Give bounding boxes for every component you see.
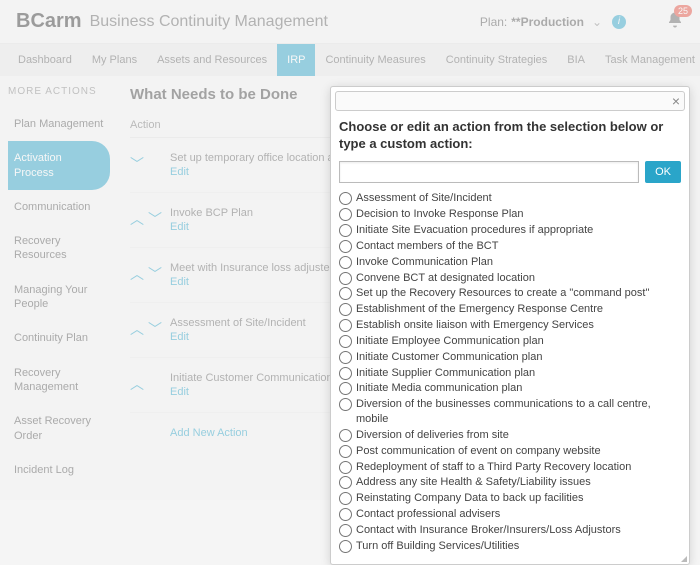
radio-icon[interactable]	[339, 224, 352, 237]
option-label: Diversion of the businesses communicatio…	[356, 397, 681, 427]
resize-handle[interactable]	[677, 552, 687, 562]
action-option[interactable]: Redeployment of staff to a Third Party R…	[339, 459, 681, 475]
radio-icon[interactable]	[339, 287, 352, 300]
action-option[interactable]: Initiate Media communication plan	[339, 381, 681, 397]
radio-icon[interactable]	[339, 256, 352, 269]
radio-icon[interactable]	[339, 492, 352, 505]
radio-icon[interactable]	[339, 335, 352, 348]
option-label: Initiate Site Evacuation procedures if a…	[356, 223, 593, 238]
radio-icon[interactable]	[339, 351, 352, 364]
option-label: Initiate Customer Communication plan	[356, 350, 542, 365]
action-option[interactable]: Initiate Customer Communication plan	[339, 349, 681, 365]
option-label: Diversion of deliveries from site	[356, 428, 509, 443]
option-label: Assessment of Site/Incident	[356, 191, 492, 206]
option-label: Decision to Invoke Response Plan	[356, 207, 524, 222]
option-label: Initiate Supplier Communication plan	[356, 366, 535, 381]
action-option[interactable]: Contact professional advisers	[339, 507, 681, 523]
radio-icon[interactable]	[339, 303, 352, 316]
action-option[interactable]: Diversion of the businesses communicatio…	[339, 397, 681, 428]
radio-icon[interactable]	[339, 445, 352, 458]
action-option[interactable]: Contact with Insurance Broker/Insurers/L…	[339, 523, 681, 539]
option-label: Establishment of the Emergency Response …	[356, 302, 603, 317]
option-label: Redeployment of staff to a Third Party R…	[356, 460, 631, 475]
option-label: Establish onsite liaison with Emergency …	[356, 318, 594, 333]
radio-icon[interactable]	[339, 524, 352, 537]
action-option[interactable]: Reinstating Company Data to back up faci…	[339, 491, 681, 507]
option-label: Convene BCT at designated location	[356, 271, 535, 286]
radio-icon[interactable]	[339, 272, 352, 285]
option-label: Post communication of event on company w…	[356, 444, 601, 459]
radio-icon[interactable]	[339, 367, 352, 380]
custom-action-input[interactable]	[339, 161, 639, 183]
option-label: Turn off Building Services/Utilities	[356, 539, 519, 554]
option-label: Contact professional advisers	[356, 507, 500, 522]
action-modal: × Choose or edit an action from the sele…	[330, 86, 690, 565]
action-options: Assessment of Site/IncidentDecision to I…	[335, 191, 685, 560]
modal-titlebar: ×	[335, 91, 685, 111]
action-option[interactable]: Turn off Building Services/Utilities	[339, 538, 681, 554]
action-option[interactable]: Set up the Recovery Resources to create …	[339, 286, 681, 302]
option-label: Initiate Media communication plan	[356, 381, 522, 396]
radio-icon[interactable]	[339, 476, 352, 489]
close-icon[interactable]: ×	[672, 93, 680, 109]
ok-button[interactable]: OK	[645, 161, 681, 183]
action-option[interactable]: Address any site Health & Safety/Liabili…	[339, 475, 681, 491]
radio-icon[interactable]	[339, 319, 352, 332]
action-option[interactable]: Initiate Supplier Communication plan	[339, 365, 681, 381]
action-option[interactable]: Initiate Employee Communication plan	[339, 333, 681, 349]
radio-icon[interactable]	[339, 508, 352, 521]
action-option[interactable]: Assessment of Site/Incident	[339, 191, 681, 207]
action-option[interactable]: Establishment of the Emergency Response …	[339, 302, 681, 318]
action-option[interactable]: Convene BCT at designated location	[339, 270, 681, 286]
radio-icon[interactable]	[339, 240, 352, 253]
radio-icon[interactable]	[339, 540, 352, 553]
option-label: Initiate Employee Communication plan	[356, 334, 544, 349]
option-label: Contact members of the BCT	[356, 239, 498, 254]
radio-icon[interactable]	[339, 382, 352, 395]
radio-icon[interactable]	[339, 192, 352, 205]
action-option[interactable]: Post communication of event on company w…	[339, 443, 681, 459]
action-option[interactable]: Decision to Invoke Response Plan	[339, 207, 681, 223]
option-label: Set up the Recovery Resources to create …	[356, 286, 649, 301]
radio-icon[interactable]	[339, 461, 352, 474]
action-option[interactable]: Contact members of the BCT	[339, 238, 681, 254]
option-label: Invoke Communication Plan	[356, 255, 493, 270]
radio-icon[interactable]	[339, 398, 352, 411]
radio-icon[interactable]	[339, 208, 352, 221]
modal-heading: Choose or edit an action from the select…	[335, 117, 685, 161]
option-label: Contact with Insurance Broker/Insurers/L…	[356, 523, 621, 538]
action-option[interactable]: Diversion of deliveries from site	[339, 427, 681, 443]
action-option[interactable]: Initiate Site Evacuation procedures if a…	[339, 222, 681, 238]
radio-icon[interactable]	[339, 429, 352, 442]
action-option[interactable]: Invoke Communication Plan	[339, 254, 681, 270]
option-label: Reinstating Company Data to back up faci…	[356, 491, 583, 506]
action-option[interactable]: Establish onsite liaison with Emergency …	[339, 318, 681, 334]
option-label: Address any site Health & Safety/Liabili…	[356, 475, 591, 490]
